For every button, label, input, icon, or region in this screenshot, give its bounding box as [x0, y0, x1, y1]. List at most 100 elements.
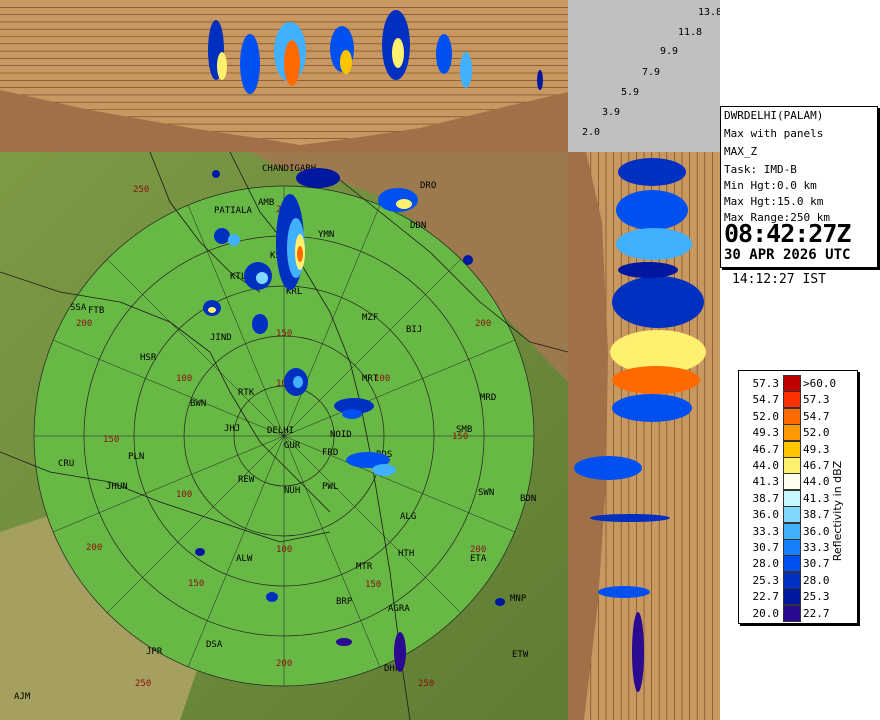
range-label-e200: 200 [475, 319, 491, 329]
storm-cell [372, 464, 396, 476]
echo-column [340, 50, 352, 74]
range-label-nw250: 250 [133, 185, 149, 195]
legend-high-value: 22.7 [803, 606, 830, 620]
echo-row [632, 612, 644, 692]
place-label: DELHI [267, 426, 294, 436]
place-label: REW [238, 475, 255, 485]
legend-row: 46.7 49.3 [743, 440, 837, 459]
legend-row: 41.3 44.0 [743, 473, 837, 491]
place-label: ALG [400, 512, 416, 522]
storm-cell [228, 234, 240, 246]
range-label-sw200: 200 [86, 543, 102, 553]
legend-row: 38.7 41.3 [743, 489, 837, 508]
legend-swatch [783, 522, 801, 540]
place-label: ALW [236, 554, 253, 564]
range-label-w200: 200 [76, 319, 92, 329]
legend-high-value: 54.7 [803, 409, 830, 423]
legend-high-value: 46.7 [803, 459, 830, 472]
legend-low-value: 46.7 [752, 442, 780, 456]
legend-low-value: 54.7 [752, 393, 780, 407]
height-label-1: 13.8 [698, 7, 720, 18]
echo-column [460, 52, 472, 88]
height-label-2: 11.8 [678, 27, 703, 38]
place-label: DSA [206, 640, 223, 650]
place-label: BDN [520, 494, 536, 504]
place-label: GUR [284, 441, 301, 451]
variable-name: MAX_Z [724, 145, 758, 158]
echo-row [590, 514, 670, 522]
storm-cell [297, 246, 303, 262]
legend-swatch [783, 391, 801, 409]
legend-low-value: 25.3 [752, 573, 780, 587]
echo-column [537, 70, 543, 90]
legend-swatch [783, 440, 801, 458]
legend-row: 33.3 36.0 [743, 522, 837, 541]
legend-low-value: 36.0 [752, 508, 780, 522]
echo-column [392, 38, 404, 68]
legend-low-value: 28.0 [752, 557, 780, 571]
place-label: KTL [230, 272, 246, 282]
height-label-7: 2.0 [582, 127, 601, 138]
echo-column [240, 34, 260, 94]
date-utc: 30 APR 2026 UTC [724, 247, 851, 263]
storm-cell [394, 632, 406, 672]
legend-row: 28.0 30.7 [743, 555, 837, 573]
range-label-n150: 150 [276, 329, 292, 339]
place-label: AMB [258, 198, 274, 208]
legend-swatch [783, 489, 801, 507]
legend-low-value: 52.0 [752, 409, 780, 423]
place-label: AJM [14, 692, 31, 702]
storm-cell [195, 548, 205, 556]
place-label: FTB [88, 306, 104, 316]
legend-row: 36.0 38.7 [743, 506, 837, 524]
echo-row [616, 190, 688, 230]
range-label-w150: 150 [103, 435, 119, 445]
height-label-3: 9.9 [660, 46, 679, 57]
storm-cell [252, 314, 268, 334]
legend-high-value: 49.3 [803, 442, 830, 456]
legend-row: 52.0 54.7 [743, 407, 837, 426]
radar-info-box: DWRDELHI(PALAM) Max with panels MAX_Z Ta… [720, 106, 878, 268]
legend-swatch [783, 604, 801, 622]
legend-caption: Reflectivity in dBZ [831, 460, 844, 562]
station-name: DWRDELHI(PALAM) [724, 109, 824, 122]
product-name: Max with panels [724, 127, 824, 140]
storm-cell [256, 272, 268, 284]
legend-swatch [783, 539, 801, 556]
range-label-se250: 250 [418, 679, 434, 689]
max-height: Max Hgt:15.0 km [724, 195, 824, 208]
legend-row: 22.7 25.3 [743, 588, 837, 606]
place-label: BIJ [406, 325, 422, 335]
legend-row: 30.7 33.3 [743, 539, 837, 557]
task-name: Task: IMD-B [724, 163, 797, 176]
reflectivity-legend: 57.3 >60.0 54.7 57.3 52.0 54.7 49.3 52.0 46.7 49.… [738, 370, 858, 624]
top-section-graphic [0, 7, 568, 152]
height-scale-box: 13.8 11.8 9.9 7.9 5.9 3.9 2.0 [568, 0, 720, 152]
place-label: JPR [146, 647, 163, 657]
place-label: SWN [478, 488, 494, 498]
place-label: NUH [284, 486, 300, 496]
legend-high-value: 38.7 [803, 508, 830, 522]
echo-row [618, 262, 678, 278]
min-height: Min Hgt:0.0 km [724, 179, 817, 192]
legend-high-value: 30.7 [803, 557, 830, 571]
time-ist: 14:12:27 IST [732, 272, 826, 287]
radar-map-panel: 100 150 200 100 150 200 250 100 150 200 … [0, 152, 568, 720]
place-label: PLN [128, 452, 144, 462]
place-label: AGRA [388, 604, 410, 614]
range-label-sw100: 100 [176, 490, 192, 500]
radar-map: 100 150 200 100 150 200 250 100 150 200 … [0, 152, 568, 720]
legend-high-value: 25.3 [803, 590, 830, 604]
echo-row [574, 456, 642, 480]
storm-cell [293, 376, 303, 388]
range-label-sw150: 150 [188, 579, 204, 589]
place-label: DDN [410, 221, 426, 231]
place-label: MRT [362, 374, 379, 384]
place-label: BWN [190, 399, 206, 409]
storm-cell [296, 168, 340, 188]
storm-cell [463, 255, 473, 265]
legend-row: 57.3 >60.0 [743, 375, 837, 393]
storm-cell [212, 170, 220, 178]
legend-high-value: 57.3 [803, 393, 830, 407]
echo-row [616, 228, 692, 260]
